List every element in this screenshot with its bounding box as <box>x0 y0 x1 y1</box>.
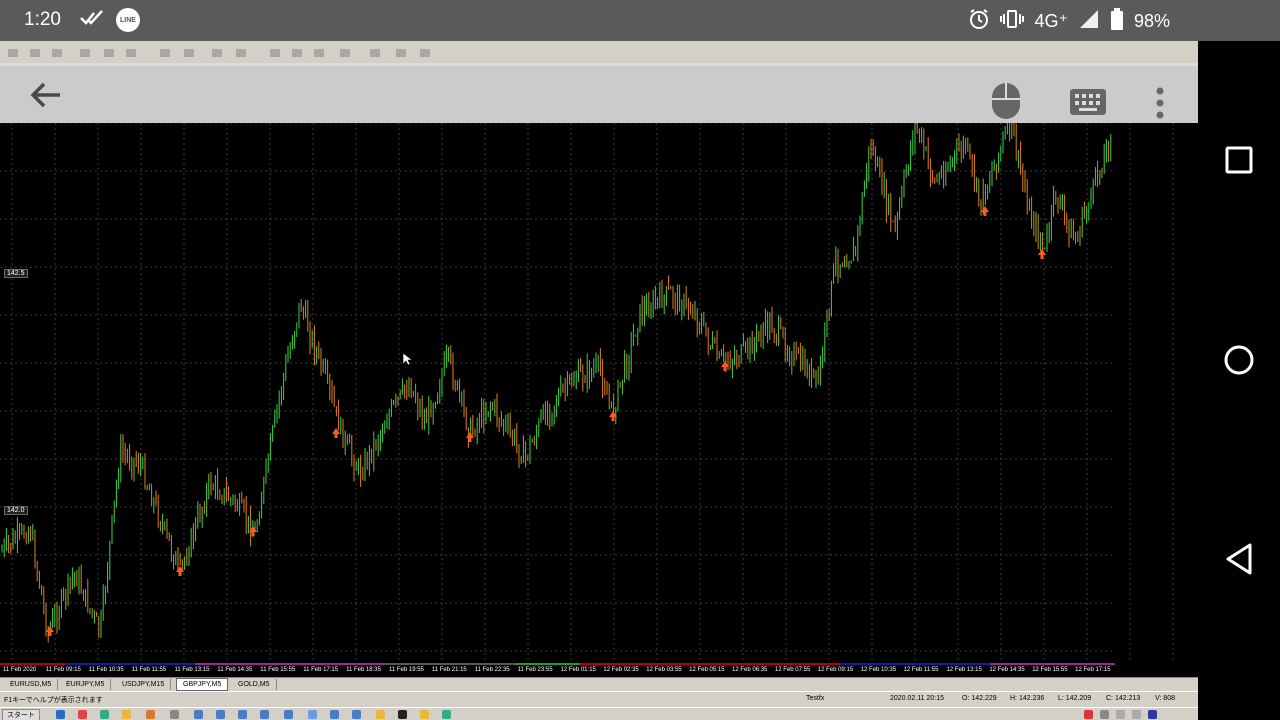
bar-high: H: 142.236 <box>1010 695 1045 702</box>
bar-close: C: 142.213 <box>1106 695 1141 702</box>
time-axis-label: 12 Feb 01:15 <box>560 667 596 673</box>
time-axis-label: 11 Feb 14:35 <box>217 667 253 673</box>
signal-icon <box>1078 8 1100 35</box>
price-chart[interactable]: 142.5 142.0 <box>0 122 1198 661</box>
time-axis-label: 12 Feb 07:55 <box>774 667 811 673</box>
time-axis-label: 11 Feb 15:55 <box>260 667 296 673</box>
alarm-icon <box>968 8 990 35</box>
time-axis-label: 12 Feb 09:15 <box>817 667 854 673</box>
time-axis-label: 11 Feb 13:15 <box>174 667 210 673</box>
double-check-icon <box>80 9 106 31</box>
clock: 1:20 <box>24 9 61 30</box>
app-icon[interactable] <box>194 710 203 719</box>
mt4-status-bar: F1キーでヘルプが表示されます Testfx 2020.02.11 20:15 … <box>0 691 1198 707</box>
time-axis-label: 12 Feb 13:15 <box>946 667 982 673</box>
window-icon[interactable] <box>330 710 339 719</box>
time-axis-label: 11 Feb 17:15 <box>303 667 339 673</box>
bar-open: O: 142.229 <box>962 695 997 702</box>
time-axis-label: 12 Feb 05:15 <box>689 667 725 673</box>
keyboard-icon[interactable] <box>1068 87 1108 117</box>
bar-volume: V: 808 <box>1155 695 1175 702</box>
window-icon[interactable] <box>260 710 269 719</box>
window-icon[interactable] <box>352 710 361 719</box>
battery-icon <box>1110 8 1124 35</box>
tab-gbpjpy[interactable]: GBPJPY,M5 <box>176 678 229 691</box>
app-icon[interactable] <box>170 710 179 719</box>
window-icon[interactable] <box>238 710 247 719</box>
tray-icon <box>1100 710 1109 719</box>
remote-desktop-view[interactable]: 142.5 142.0 11 Feb 2020 11 Feb 09:15 11 Fe… <box>0 41 1198 720</box>
recents-button[interactable] <box>1221 142 1257 178</box>
app-icon[interactable] <box>442 710 451 719</box>
back-arrow-icon[interactable] <box>28 77 64 113</box>
battery-percent: 98% <box>1133 11 1170 31</box>
price-label-142-5: 142.5 <box>4 269 28 278</box>
window-icon[interactable] <box>284 710 293 719</box>
bar-datetime: 2020.02.11 20:15 <box>890 695 944 702</box>
time-axis-label: 11 Feb 19:55 <box>388 667 424 673</box>
tray-icon <box>1116 710 1125 719</box>
tab-gold[interactable]: GOLD,M5 <box>232 679 277 690</box>
tab-eurjpy[interactable]: EURJPY,M5 <box>60 679 112 690</box>
window-icon[interactable] <box>308 710 317 719</box>
time-axis-label: 11 Feb 21:15 <box>431 667 467 673</box>
app-icon[interactable] <box>100 710 109 719</box>
profile-name: Testfx <box>806 695 825 702</box>
price-label-142-0: 142.0 <box>4 506 28 515</box>
remote-control-overlay <box>0 63 1198 123</box>
back-button[interactable] <box>1221 541 1257 577</box>
buy-signal-arrow-icon <box>1038 249 1046 259</box>
folder-icon[interactable] <box>122 710 131 719</box>
time-axis-label: 11 Feb 23:55 <box>517 667 553 673</box>
more-options-icon[interactable] <box>1152 83 1168 123</box>
help-text: F1キーでヘルプが表示されます <box>4 697 103 704</box>
app-icon[interactable] <box>146 710 155 719</box>
time-axis-label: 11 Feb 18:35 <box>346 667 381 673</box>
terminal-icon[interactable] <box>398 710 407 719</box>
bar-low: L: 142.209 <box>1058 695 1092 702</box>
app-icon[interactable] <box>376 710 385 719</box>
time-axis: 11 Feb 2020 11 Feb 09:15 11 Feb 10:35 11 Fe… <box>0 665 1115 677</box>
tab-usdjpy[interactable]: USDJPY,M15 <box>116 679 172 690</box>
home-button[interactable] <box>1221 342 1257 378</box>
mouse-cursor-icon <box>402 351 413 370</box>
window-icon[interactable] <box>216 710 225 719</box>
time-axis-label: 12 Feb 15:55 <box>1032 667 1068 673</box>
app-icon[interactable] <box>420 710 429 719</box>
ie-icon[interactable] <box>56 710 65 719</box>
time-axis-label: 12 Feb 17:15 <box>1075 667 1111 673</box>
network-type: 4G⁺ <box>1034 11 1068 31</box>
android-status-bar: 1:20 LINE 4G⁺ 98% <box>0 0 1280 41</box>
chart-tabs: EURUSD,M5 EURJPY,M5 USDJPY,M15 GBPJPY,M5… <box>0 677 1198 691</box>
time-axis-label: 12 Feb 03:55 <box>646 667 682 673</box>
toolbar-icons <box>8 49 430 57</box>
vibrate-icon <box>1000 8 1025 35</box>
tray-icon <box>1084 710 1093 719</box>
time-axis-label: 11 Feb 22:35 <box>474 667 510 673</box>
time-axis-label: 11 Feb 11:55 <box>131 667 167 673</box>
line-app-icon: LINE <box>116 8 140 32</box>
time-axis-label: 12 Feb 11:55 <box>903 667 939 673</box>
tray-icon <box>1132 710 1141 719</box>
time-axis-label: 11 Feb 10:35 <box>88 667 124 673</box>
time-axis-label: 12 Feb 10:35 <box>860 667 897 673</box>
windows-taskbar: スタート <box>0 707 1198 720</box>
mouse-mode-icon[interactable] <box>988 81 1024 121</box>
time-axis-label: 11 Feb 2020 <box>3 667 37 673</box>
time-axis-label: 12 Feb 14:35 <box>989 667 1025 673</box>
android-nav-bar <box>1198 41 1280 720</box>
time-axis-label: 12 Feb 06:35 <box>732 667 768 673</box>
chrome-icon[interactable] <box>78 710 87 719</box>
start-button[interactable]: スタート <box>2 709 40 720</box>
time-axis-label: 12 Feb 02:35 <box>603 667 639 673</box>
help-tray-icon <box>1148 710 1157 719</box>
time-axis-label: 11 Feb 09:15 <box>45 667 81 673</box>
buy-signal-arrow-icon <box>981 206 989 216</box>
candlestick-chart[interactable] <box>0 122 1198 661</box>
session-color-strip <box>0 655 1115 670</box>
tab-eurusd[interactable]: EURUSD,M5 <box>4 679 59 690</box>
